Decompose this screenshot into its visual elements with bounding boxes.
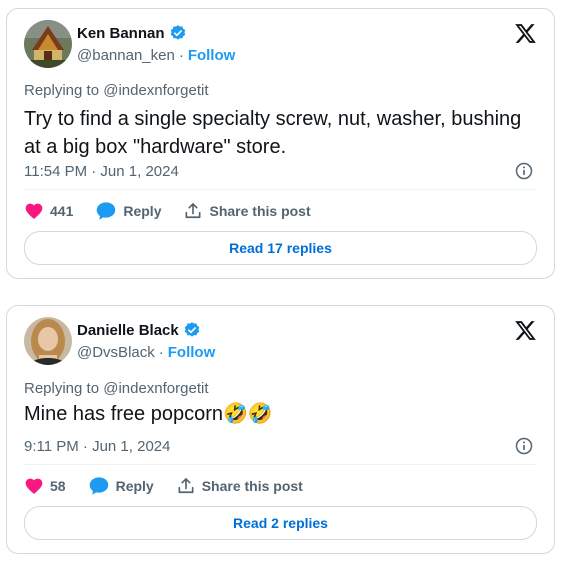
separator-dot: · [158, 344, 164, 361]
replying-to-text[interactable]: Replying to @indexnforgetit [24, 380, 209, 397]
reply-button[interactable]: Reply [88, 476, 154, 496]
share-button[interactable]: Share this post [176, 476, 303, 496]
verified-badge-icon [169, 24, 187, 42]
like-count: 58 [50, 478, 66, 494]
heart-icon [24, 201, 44, 221]
reply-label: Reply [115, 478, 154, 494]
author-handle[interactable]: @bannan_ken [77, 47, 175, 64]
author-handle[interactable]: @DvsBlack [77, 344, 155, 361]
read-replies-button[interactable]: Read 17 replies [24, 231, 537, 265]
info-icon[interactable] [514, 436, 534, 456]
post-timestamp[interactable]: 11:54 PM · Jun 1, 2024 [24, 163, 179, 180]
reply-button[interactable]: Reply [95, 201, 161, 221]
like-button[interactable]: 58 [24, 476, 66, 496]
share-button[interactable]: Share this post [183, 201, 311, 221]
post-card: Ken Bannan @bannan_ken · Follow Replying… [6, 8, 555, 279]
separator-dot: · [178, 47, 184, 64]
replying-to-text[interactable]: Replying to @indexnforgetit [24, 82, 209, 99]
post-text: Mine has free popcorn🤣🤣 [24, 403, 273, 425]
follow-button[interactable]: Follow [188, 47, 236, 64]
read-replies-button[interactable]: Read 2 replies [24, 506, 537, 540]
x-logo-icon[interactable] [514, 22, 537, 45]
like-count: 441 [50, 203, 74, 219]
share-label: Share this post [201, 478, 303, 494]
reply-bubble-icon [88, 476, 110, 496]
divider [24, 189, 537, 190]
post-card: Danielle Black @DvsBlack · Follow Replyi… [6, 305, 555, 554]
author-name[interactable]: Danielle Black [77, 322, 179, 339]
info-icon[interactable] [514, 161, 534, 181]
author-name[interactable]: Ken Bannan [77, 25, 165, 42]
reply-bubble-icon [95, 201, 117, 221]
post-text: Try to find a single specialty screw, nu… [24, 108, 522, 158]
share-icon [183, 201, 203, 221]
reply-label: Reply [123, 203, 162, 219]
heart-icon [24, 476, 44, 496]
avatar[interactable] [24, 20, 72, 68]
post-timestamp[interactable]: 9:11 PM · Jun 1, 2024 [24, 438, 170, 455]
share-icon [176, 476, 196, 496]
like-button[interactable]: 441 [24, 201, 73, 221]
x-logo-icon[interactable] [514, 319, 537, 342]
divider [24, 464, 537, 465]
follow-button[interactable]: Follow [168, 344, 216, 361]
verified-badge-icon [183, 321, 201, 339]
share-label: Share this post [209, 203, 311, 219]
avatar[interactable] [24, 317, 72, 365]
